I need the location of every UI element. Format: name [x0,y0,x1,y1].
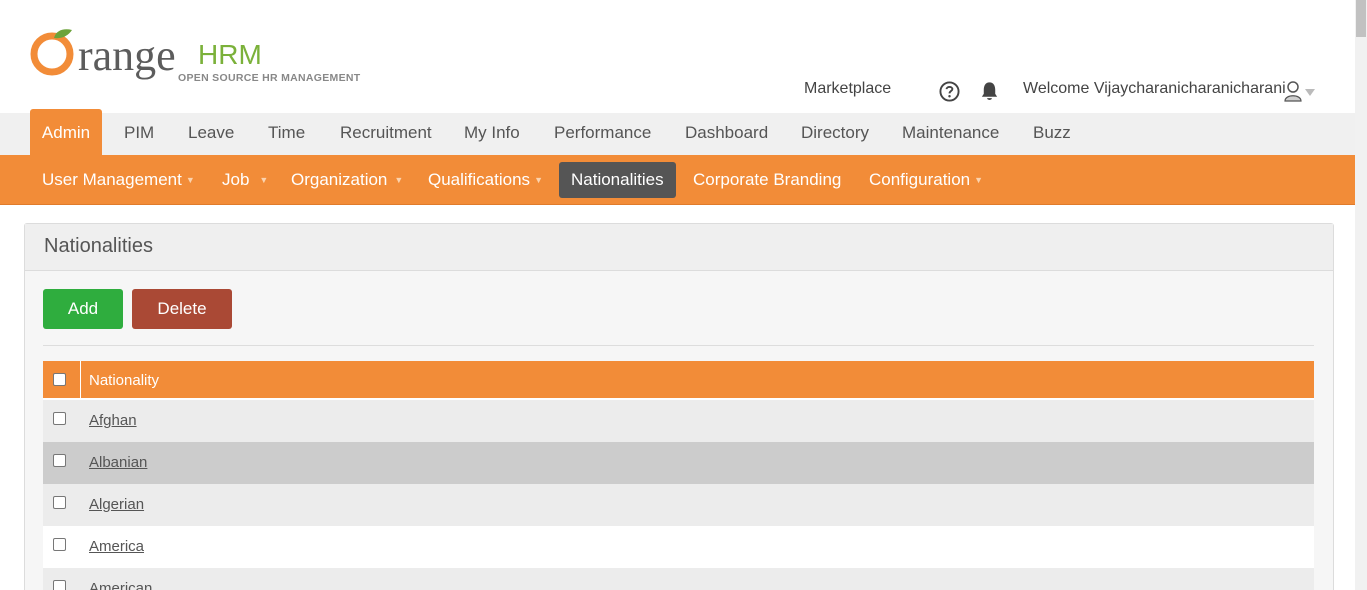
table-row: America [43,526,1314,568]
sub-nav-label: User Management [42,170,182,189]
select-all-checkbox[interactable] [53,373,66,386]
header: range HRM OPEN SOURCE HR MANAGEMENT Mark… [0,0,1355,113]
table-row: Afghan [43,400,1314,442]
row-checkbox[interactable] [53,580,66,590]
main-nav-directory[interactable]: Directory [801,113,869,155]
welcome-user[interactable]: Welcome Vijaycharanicharanicharani [1023,80,1286,104]
main-nav-leave[interactable]: Leave [188,113,234,155]
row-checkbox[interactable] [53,454,66,467]
nationalities-panel: Nationalities Add Delete Nationality Afg… [24,223,1334,590]
chevron-down-icon[interactable] [1305,89,1315,97]
sub-nav: User Management ▼ Job ▼ Organization ▼ Qual… [0,155,1355,205]
sub-nav-corporate-branding[interactable]: Corporate Branding [693,162,841,198]
nationality-link[interactable]: Afghan [89,400,137,442]
table-row: American [43,568,1314,590]
nationality-link[interactable]: America [89,526,144,568]
scrollbar-thumb[interactable] [1356,0,1366,37]
sub-nav-label: Configuration [869,170,971,189]
main-nav-maintenance[interactable]: Maintenance [902,113,999,155]
add-button[interactable]: Add [43,289,123,329]
sub-nav-label: Organization [291,170,388,189]
main-nav-pim[interactable]: PIM [124,113,154,155]
main-nav-admin[interactable]: Admin [30,109,102,155]
nationality-link[interactable]: Algerian [89,484,144,526]
main-nav-time[interactable]: Time [268,113,305,155]
table-header: Nationality [43,361,1314,400]
main-nav: Admin PIM Leave Time Recruitment My Info… [0,109,1355,155]
caret-down-icon: ▼ [185,175,195,185]
header-separator [80,361,81,400]
sub-nav-job[interactable]: Job ▼ [222,162,268,198]
user-avatar-icon[interactable] [1283,80,1303,102]
delete-button[interactable]: Delete [132,289,232,329]
sub-nav-qualifications[interactable]: Qualifications ▼ [428,162,543,198]
orange-logo-icon [30,29,74,76]
caret-down-icon: ▼ [394,175,404,185]
nationality-link[interactable]: American [89,568,152,590]
sub-nav-label: Qualifications [428,170,531,189]
panel-header: Nationalities [25,224,1333,271]
help-icon[interactable] [939,81,960,102]
sub-nav-organization[interactable]: Organization ▼ [291,162,403,198]
orangehrm-logo[interactable]: range HRM OPEN SOURCE HR MANAGEMENT [28,14,373,84]
caret-down-icon: ▼ [259,175,269,185]
page-scrollbar[interactable] [1355,0,1367,590]
nationality-table: Nationality Afghan Albanian Algerian Ame… [43,361,1314,590]
table-row: Algerian [43,484,1314,526]
page-title: Nationalities [44,235,153,257]
main-nav-dashboard[interactable]: Dashboard [685,113,768,155]
sub-nav-label: Job [222,170,250,189]
logo-word: range [78,31,176,80]
bell-icon[interactable] [979,80,1000,102]
divider [43,345,1314,346]
row-checkbox[interactable] [53,496,66,509]
main-nav-buzz[interactable]: Buzz [1033,113,1071,155]
main-nav-performance[interactable]: Performance [554,113,651,155]
row-checkbox[interactable] [53,538,66,551]
sub-nav-configuration[interactable]: Configuration ▼ [869,162,983,198]
main-nav-recruitment[interactable]: Recruitment [340,113,432,155]
logo-tagline: OPEN SOURCE HR MANAGEMENT [178,72,361,84]
nationality-link[interactable]: Albanian [89,442,147,484]
marketplace-link[interactable]: Marketplace [804,80,891,104]
caret-down-icon: ▼ [974,175,984,185]
caret-down-icon: ▼ [534,175,543,185]
table-row: Albanian [43,442,1314,484]
sub-nav-nationalities[interactable]: Nationalities [559,162,676,198]
sub-nav-user-management[interactable]: User Management ▼ [42,162,195,198]
row-checkbox[interactable] [53,412,66,425]
column-header-nationality[interactable]: Nationality [89,361,159,400]
main-nav-my-info[interactable]: My Info [464,113,520,155]
logo-hrm: HRM [198,39,262,70]
